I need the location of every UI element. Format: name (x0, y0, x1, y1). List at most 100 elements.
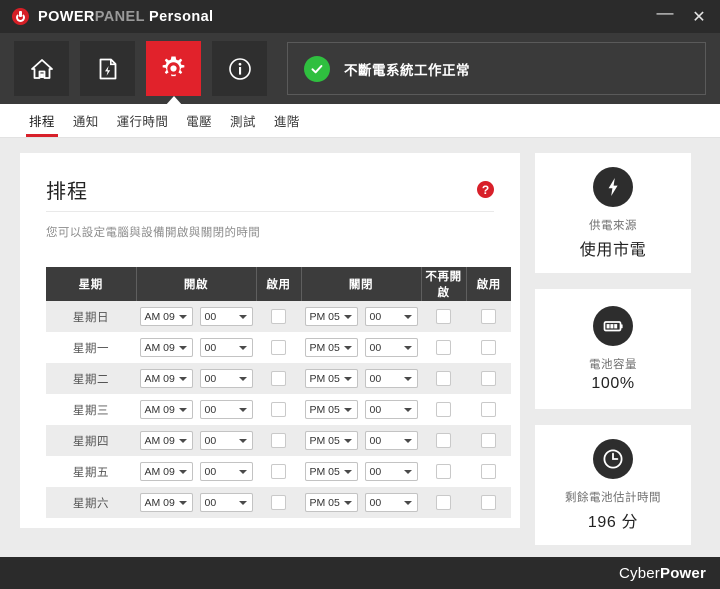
toolbar-button-settings[interactable] (146, 41, 201, 106)
on-hour-select-1[interactable]: AM 09 (139, 338, 193, 357)
off-enable-checkbox-0-cell (466, 301, 512, 332)
off-hour-select-5[interactable]: PM 05 (304, 462, 358, 481)
off-minute-select-4[interactable]: 00 (364, 431, 418, 450)
off-enable-checkbox-0[interactable] (481, 309, 497, 324)
on-minute-select-6-cell: 00 (196, 487, 257, 518)
on-enable-checkbox-3[interactable] (271, 402, 287, 417)
table-row: 星期五 AM 09 00 PM 05 00 (46, 456, 512, 487)
off-enable-checkbox-5-cell (466, 456, 512, 487)
on-minute-select-4[interactable]: 00 (199, 431, 253, 450)
off-enable-checkbox-1[interactable] (481, 340, 497, 355)
off-hour-select-0-value: PM 05 (309, 310, 340, 323)
off-hour-select-4[interactable]: PM 05 (304, 431, 358, 450)
on-hour-select-3-value: AM 09 (144, 403, 175, 416)
home-icon (29, 56, 55, 82)
off-minute-select-1[interactable]: 00 (364, 338, 418, 357)
no-restart-checkbox-2[interactable] (436, 371, 452, 386)
off-enable-checkbox-2[interactable] (481, 371, 497, 386)
off-hour-select-0[interactable]: PM 05 (304, 307, 358, 326)
schedule-rows: 星期日 AM 09 00 PM 05 00 星期一 AM 09 00 PM 05 00 星期二 AM … (46, 301, 512, 518)
on-enable-checkbox-2-cell (256, 363, 302, 394)
schedule-table: 星期 開啟 啟用 關閉 不再開啟 啟用 星期日 AM 09 00 PM 05 00 星期一… (46, 267, 512, 518)
no-restart-checkbox-5[interactable] (436, 464, 452, 479)
on-hour-select-4[interactable]: AM 09 (139, 431, 193, 450)
tab-notification[interactable]: 通知 (64, 111, 108, 137)
no-restart-checkbox-4-cell (421, 425, 467, 456)
no-restart-checkbox-0-cell (421, 301, 467, 332)
day-label: 星期六 (46, 487, 136, 518)
toolbar-button-report[interactable] (80, 41, 135, 96)
on-enable-checkbox-0-cell (256, 301, 302, 332)
tab-test[interactable]: 測試 (221, 111, 265, 137)
tab-schedule[interactable]: 排程 (20, 111, 64, 137)
clock-icon (593, 438, 633, 479)
status-ok-icon (304, 55, 330, 82)
on-minute-select-5[interactable]: 00 (199, 462, 253, 481)
on-minute-select-2[interactable]: 00 (199, 369, 253, 388)
on-hour-select-6[interactable]: AM 09 (139, 493, 193, 512)
on-minute-select-6[interactable]: 00 (199, 493, 253, 512)
tab-runtime[interactable]: 運行時間 (108, 111, 178, 137)
off-minute-select-0-value: 00 (369, 310, 382, 323)
on-minute-select-2-cell: 00 (196, 363, 257, 394)
on-minute-select-0[interactable]: 00 (199, 307, 253, 326)
on-enable-checkbox-0[interactable] (271, 309, 287, 324)
battery-icon (593, 305, 633, 346)
minimize-button[interactable]: — (648, 0, 682, 37)
off-enable-checkbox-5[interactable] (481, 464, 497, 479)
off-minute-select-3[interactable]: 00 (364, 400, 418, 419)
help-icon[interactable]: ? (477, 181, 494, 198)
toolbar-button-home[interactable] (14, 41, 69, 96)
on-minute-select-1[interactable]: 00 (199, 338, 253, 357)
on-enable-checkbox-2[interactable] (271, 371, 287, 386)
off-enable-checkbox-4[interactable] (481, 433, 497, 448)
on-hour-select-6-cell: AM 09 (136, 487, 196, 518)
no-restart-checkbox-4[interactable] (436, 433, 452, 448)
on-hour-select-3[interactable]: AM 09 (139, 400, 193, 419)
no-restart-checkbox-1[interactable] (436, 340, 452, 355)
off-minute-select-6[interactable]: 00 (364, 493, 418, 512)
active-tool-caret (164, 96, 183, 106)
off-hour-select-1[interactable]: PM 05 (304, 338, 358, 357)
chevron-down-icon (403, 501, 412, 505)
col-header-on-enable: 啟用 (256, 267, 302, 301)
off-hour-select-2[interactable]: PM 05 (304, 369, 358, 388)
on-enable-checkbox-1[interactable] (271, 340, 287, 355)
app-title-power: POWER (38, 8, 95, 25)
chevron-down-icon (178, 439, 187, 443)
on-hour-select-0-cell: AM 09 (136, 301, 196, 332)
card-label-runtime-remaining: 剩餘電池估計時間 (565, 491, 661, 504)
toolbar-button-info[interactable] (212, 41, 267, 96)
no-restart-checkbox-0[interactable] (436, 309, 452, 324)
off-hour-select-6[interactable]: PM 05 (304, 493, 358, 512)
on-hour-select-5[interactable]: AM 09 (139, 462, 193, 481)
on-hour-select-0[interactable]: AM 09 (139, 307, 193, 326)
page-title: 排程 (46, 181, 88, 203)
off-enable-checkbox-6-cell (466, 487, 512, 518)
panel-header: 排程 ? (46, 175, 494, 212)
no-restart-checkbox-6[interactable] (436, 495, 452, 510)
table-row: 星期日 AM 09 00 PM 05 00 (46, 301, 512, 332)
on-enable-checkbox-6[interactable] (271, 495, 287, 510)
off-minute-select-0[interactable]: 00 (364, 307, 418, 326)
on-enable-checkbox-4[interactable] (271, 433, 287, 448)
chevron-down-icon (178, 377, 187, 381)
day-label: 星期日 (46, 301, 136, 332)
off-minute-select-2[interactable]: 00 (364, 369, 418, 388)
chevron-down-icon (343, 315, 352, 319)
off-minute-select-5[interactable]: 00 (364, 462, 418, 481)
card-label-battery-capacity: 電池容量 (589, 358, 637, 371)
off-enable-checkbox-6[interactable] (481, 495, 497, 510)
on-minute-select-2-value: 00 (204, 372, 217, 385)
tab-voltage[interactable]: 電壓 (177, 111, 221, 137)
table-row: 星期一 AM 09 00 PM 05 00 (46, 332, 512, 363)
on-enable-checkbox-5[interactable] (271, 464, 287, 479)
on-hour-select-2[interactable]: AM 09 (139, 369, 193, 388)
on-minute-select-3[interactable]: 00 (199, 400, 253, 419)
no-restart-checkbox-3[interactable] (436, 402, 452, 417)
off-hour-select-3[interactable]: PM 05 (304, 400, 358, 419)
close-button[interactable]: ✕ (682, 0, 716, 33)
tab-advanced[interactable]: 進階 (265, 111, 309, 137)
chevron-down-icon (343, 439, 352, 443)
off-enable-checkbox-3[interactable] (481, 402, 497, 417)
